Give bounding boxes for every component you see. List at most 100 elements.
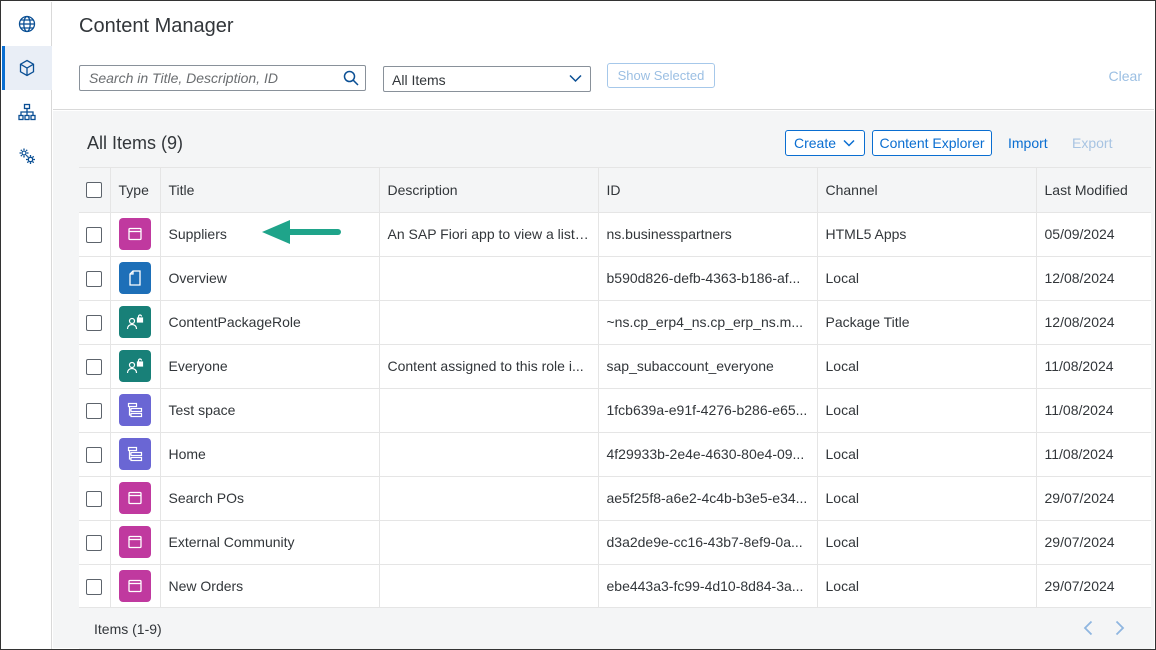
last-modified-cell: 05/09/2024 <box>1036 212 1151 257</box>
column-header-description[interactable]: Description <box>379 168 599 213</box>
content-area: All Items (9) Create Content Explorer Im… <box>53 111 1154 649</box>
title-cell[interactable]: External Community <box>160 520 380 565</box>
app-tile-icon <box>118 570 151 602</box>
title-cell[interactable]: Overview <box>160 256 380 301</box>
row-checkbox[interactable] <box>86 578 102 595</box>
select-all-checkbox[interactable] <box>86 182 102 199</box>
row-checkbox[interactable] <box>86 358 102 375</box>
row-select-cell <box>79 344 111 389</box>
column-header-type[interactable]: Type <box>110 168 161 213</box>
id-cell: d3a2de9e-cc16-43b7-8ef9-0a... <box>598 520 818 565</box>
id-cell: ebe443a3-fc99-4d10-8d84-3a... <box>598 564 818 609</box>
title-cell[interactable]: Home <box>160 432 380 477</box>
export-button[interactable]: Export <box>1072 130 1112 156</box>
row-checkbox[interactable] <box>86 314 102 331</box>
id-cell: b590d826-defb-4363-b186-af... <box>598 256 818 301</box>
space-icon <box>118 438 151 470</box>
title-cell[interactable]: Test space <box>160 388 380 433</box>
item-type-select[interactable]: All Items <box>383 66 591 92</box>
column-header-channel[interactable]: Channel <box>817 168 1037 213</box>
row-checkbox[interactable] <box>86 226 102 243</box>
gears-icon <box>19 148 35 164</box>
description-cell <box>379 256 599 301</box>
content-explorer-button[interactable]: Content Explorer <box>872 130 992 156</box>
nav-item-sites[interactable] <box>2 2 52 46</box>
last-modified-cell: 11/08/2024 <box>1036 432 1151 477</box>
type-cell <box>110 432 161 477</box>
table-row[interactable]: Home 4f29933b-2e4e-4630-80e4-09... Local 11… <box>79 432 1151 477</box>
show-selected-button[interactable]: Show Selected <box>607 63 715 88</box>
type-cell <box>110 212 161 257</box>
row-checkbox[interactable] <box>86 446 102 463</box>
search-field[interactable] <box>79 65 366 91</box>
side-navigation <box>2 2 52 649</box>
id-cell: 4f29933b-2e4e-4630-80e4-09... <box>598 432 818 477</box>
nav-item-content-manager[interactable] <box>2 46 52 90</box>
table-row[interactable]: Test space 1fcb639a-e91f-4276-b286-e65...… <box>79 388 1151 433</box>
chevron-left-icon[interactable] <box>1083 620 1093 636</box>
description-cell <box>379 300 599 345</box>
table-row[interactable]: External Community d3a2de9e-cc16-43b7-8ef… <box>79 520 1151 565</box>
import-button[interactable]: Import <box>1008 130 1048 156</box>
type-cell <box>110 564 161 609</box>
chevron-right-icon[interactable] <box>1115 620 1125 636</box>
create-button-label: Create <box>794 135 837 151</box>
items-table: Type Title Description ID Channel Last M… <box>79 167 1151 609</box>
globe-icon <box>18 15 36 33</box>
table-title: All Items (9) <box>87 133 184 153</box>
row-select-cell <box>79 564 111 609</box>
create-button[interactable]: Create <box>785 130 865 156</box>
channel-cell: Local <box>817 476 1037 521</box>
title-cell[interactable]: New Orders <box>160 564 380 609</box>
chevron-down-icon <box>843 139 855 147</box>
column-header-last-modified[interactable]: Last Modified <box>1036 168 1151 213</box>
last-modified-cell: 12/08/2024 <box>1036 300 1151 345</box>
row-select-cell <box>79 432 111 477</box>
description-cell <box>379 564 599 609</box>
table-row[interactable]: Everyone Content assigned to this role i.… <box>79 344 1151 389</box>
search-input[interactable] <box>80 66 338 90</box>
row-checkbox[interactable] <box>86 270 102 287</box>
last-modified-cell: 12/08/2024 <box>1036 256 1151 301</box>
select-all-cell <box>79 168 111 213</box>
items-count: Items (1-9) <box>94 621 162 637</box>
row-checkbox[interactable] <box>86 402 102 419</box>
page-icon <box>118 262 151 294</box>
app-tile-icon <box>118 526 151 558</box>
column-header-title[interactable]: Title <box>160 168 380 213</box>
type-cell <box>110 388 161 433</box>
chevron-down-icon <box>569 74 582 83</box>
title-cell[interactable]: Search POs <box>160 476 380 521</box>
last-modified-cell: 11/08/2024 <box>1036 388 1151 433</box>
column-header-id[interactable]: ID <box>598 168 818 213</box>
nav-item-channel-manager[interactable] <box>2 90 52 134</box>
role-icon <box>118 350 151 382</box>
id-cell: ae5f25f8-a6e2-4c4b-b3e5-e34... <box>598 476 818 521</box>
app-tile-icon <box>118 482 151 514</box>
table-row[interactable]: Search POs ae5f25f8-a6e2-4c4b-b3e5-e34...… <box>79 476 1151 521</box>
description-cell <box>379 432 599 477</box>
row-checkbox[interactable] <box>86 534 102 551</box>
channel-cell: Local <box>817 432 1037 477</box>
row-select-cell <box>79 388 111 433</box>
table-row[interactable]: Overview b590d826-defb-4363-b186-af... Loc… <box>79 256 1151 301</box>
title-cell[interactable]: Everyone <box>160 344 380 389</box>
clear-button[interactable]: Clear <box>1109 68 1142 84</box>
row-select-cell <box>79 476 111 521</box>
channel-cell: Local <box>817 388 1037 433</box>
app-window: Content Manager All Items Show Selected … <box>0 0 1156 650</box>
row-checkbox[interactable] <box>86 490 102 507</box>
search-icon[interactable] <box>343 70 359 86</box>
description-cell <box>379 388 599 433</box>
table-row[interactable]: Suppliers An SAP Fiori app to view a list… <box>79 212 1151 257</box>
last-modified-cell: 29/07/2024 <box>1036 564 1151 609</box>
table-row[interactable]: ContentPackageRole ~ns.cp_erp4_ns.cp_erp_… <box>79 300 1151 345</box>
item-type-select-value: All Items <box>392 72 446 88</box>
id-cell: ns.businesspartners <box>598 212 818 257</box>
title-cell[interactable]: ContentPackageRole <box>160 300 380 345</box>
nav-item-settings[interactable] <box>2 134 52 178</box>
table-row[interactable]: New Orders ebe443a3-fc99-4d10-8d84-3a... L… <box>79 564 1151 609</box>
cube-icon <box>19 59 35 77</box>
table-footer: Items (1-9) <box>79 607 1151 649</box>
last-modified-cell: 29/07/2024 <box>1036 520 1151 565</box>
